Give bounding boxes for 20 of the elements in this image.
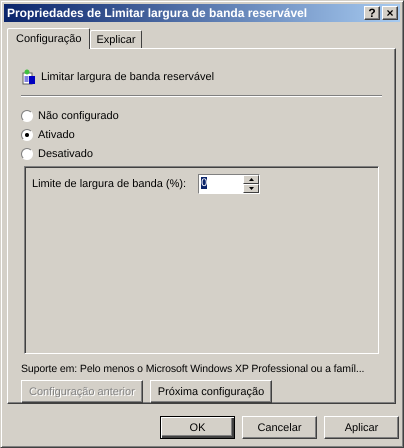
radio-button[interactable] xyxy=(21,110,33,122)
tab[interactable]: Configuração xyxy=(7,28,90,49)
nav-button[interactable]: Próxima configuração xyxy=(150,380,272,403)
support-text: Suporte em: Pelo menos o Microsoft Windows XP Professional ou a famíl... xyxy=(21,362,364,376)
close-button[interactable]: × xyxy=(382,6,398,20)
help-button[interactable]: ? xyxy=(364,6,380,20)
window-title: Propriedades de Limitar largura de banda reservável xyxy=(7,6,308,20)
radio-option[interactable]: Ativado xyxy=(21,128,382,142)
dialog-button[interactable]: Cancelar xyxy=(242,416,317,439)
radio-option[interactable]: Não configurado xyxy=(21,109,382,122)
dialog-button[interactable]: Aplicar xyxy=(324,416,399,439)
number-spinner[interactable]: 0 xyxy=(198,174,260,194)
radio-button[interactable] xyxy=(21,128,33,141)
policy-heading: Limitar largura de banda reservável xyxy=(41,70,214,83)
field-label: Limite de largura de banda (%): xyxy=(32,178,186,190)
radio-option[interactable]: Desativado xyxy=(21,147,382,160)
policy-icon xyxy=(21,68,37,85)
radio-button[interactable] xyxy=(21,148,33,160)
tab[interactable]: Explicar xyxy=(90,30,142,48)
dialog-button[interactable]: OK xyxy=(160,416,235,439)
